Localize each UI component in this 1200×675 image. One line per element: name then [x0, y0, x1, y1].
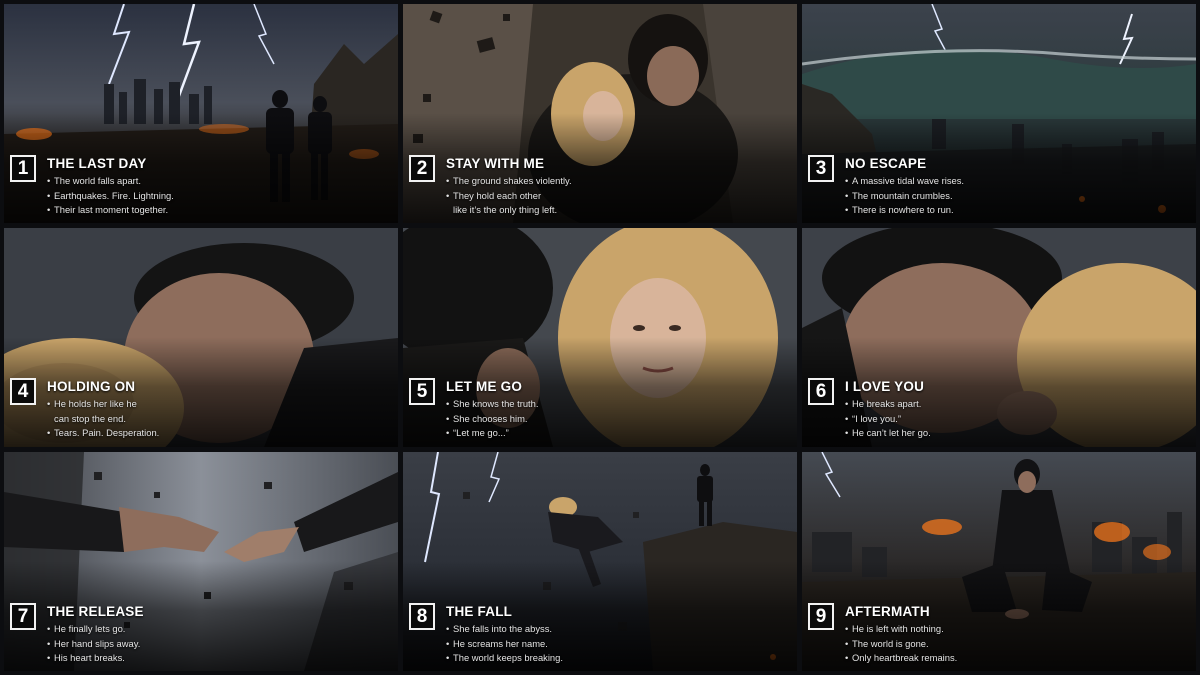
panel-8-title: THE FALL	[446, 604, 513, 619]
panel-9-number-badge: 9	[808, 603, 834, 630]
panel-5-line-2: She chooses him.	[446, 412, 538, 427]
panel-6-line-3: He can’t let her go.	[845, 426, 931, 441]
panel-2-title: STAY WITH ME	[446, 156, 545, 171]
storyboard-grid: 1 THE LAST DAY The world falls apart. Ea…	[4, 4, 1196, 671]
panel-7-title: THE RELEASE	[47, 604, 144, 619]
panel-9-line-2: The world is gone.	[845, 637, 957, 652]
panel-2-line-1: The ground shakes violently.	[446, 174, 572, 189]
panel-7[interactable]: 7 THE RELEASE He finally lets go. Her ha…	[4, 452, 398, 671]
panel-9-title: AFTERMATH	[845, 604, 930, 619]
panel-9-line-1: He is left with nothing.	[845, 622, 957, 637]
panel-7-line-1: He finally lets go.	[47, 622, 140, 637]
panel-4-number-badge: 4	[10, 378, 36, 405]
panel-1-line-3: Their last moment together.	[47, 203, 174, 218]
panel-1[interactable]: 1 THE LAST DAY The world falls apart. Ea…	[4, 4, 398, 223]
panel-4-line-3: Tears. Pain. Desperation.	[47, 426, 159, 441]
panel-1-title: THE LAST DAY	[47, 156, 147, 171]
panel-4-title: HOLDING ON	[47, 379, 136, 394]
panel-9-line-3: Only heartbreak remains.	[845, 651, 957, 666]
panel-2-number-badge: 2	[409, 155, 435, 182]
panel-3-number-badge: 3	[808, 155, 834, 182]
panel-2-line-3: like it’s the only thing left.	[453, 204, 558, 215]
panel-1-description: The world falls apart. Earthquakes. Fire…	[47, 174, 174, 218]
panel-3-line-2: The mountain crumbles.	[845, 189, 964, 204]
panel-8-number-badge: 8	[409, 603, 435, 630]
panel-7-number-badge: 7	[10, 603, 36, 630]
panel-6-title: I LOVE YOU	[845, 379, 925, 394]
panel-2[interactable]: 2 STAY WITH ME The ground shakes violent…	[403, 4, 797, 223]
panel-5-title: LET ME GO	[446, 379, 523, 394]
panel-4-description: He holds her like he can stop the end. T…	[47, 397, 159, 441]
panel-3-line-1: A massive tidal wave rises.	[845, 174, 964, 189]
panel-8-line-1: She falls into the abyss.	[446, 622, 563, 637]
panel-5-number-badge: 5	[409, 378, 435, 405]
panel-1-line-2: Earthquakes. Fire. Lightning.	[47, 189, 174, 204]
panel-9-description: He is left with nothing. The world is go…	[845, 622, 957, 666]
panel-8-description: She falls into the abyss. He screams her…	[446, 622, 563, 666]
panel-5-line-1: She knows the truth.	[446, 397, 538, 412]
panel-3[interactable]: 3 NO ESCAPE A massive tidal wave rises. …	[802, 4, 1196, 223]
panel-5-line-3: “Let me go...”	[446, 426, 538, 441]
panel-4[interactable]: 4 HOLDING ON He holds her like he can st…	[4, 228, 398, 447]
panel-6-description: He breaks apart. “I love you.” He can’t …	[845, 397, 931, 441]
panel-5[interactable]: 5 LET ME GO She knows the truth. She cho…	[403, 228, 797, 447]
panel-4-line-1: He holds her like he	[47, 397, 159, 412]
panel-8[interactable]: 8 THE FALL She falls into the abyss. He …	[403, 452, 797, 671]
panel-3-line-3: There is nowhere to run.	[845, 203, 964, 218]
panel-8-line-3: The world keeps breaking.	[446, 651, 563, 666]
panel-2-line-2: They hold each other	[446, 189, 572, 204]
panel-4-line-2: can stop the end.	[54, 412, 126, 424]
panel-3-description: A massive tidal wave rises. The mountain…	[845, 174, 964, 218]
panel-5-description: She knows the truth. She chooses him. “L…	[446, 397, 538, 441]
panel-6-number-badge: 6	[808, 378, 834, 405]
panel-1-number-badge: 1	[10, 155, 36, 182]
panel-3-title: NO ESCAPE	[845, 156, 927, 171]
panel-2-description: The ground shakes violently. They hold e…	[446, 174, 572, 218]
panel-6[interactable]: 6 I LOVE YOU He breaks apart. “I love yo…	[802, 228, 1196, 447]
panel-9[interactable]: 9 AFTERMATH He is left with nothing. The…	[802, 452, 1196, 671]
panel-7-description: He finally lets go. Her hand slips away.…	[47, 622, 140, 666]
panel-6-line-1: He breaks apart.	[845, 397, 931, 412]
panel-6-line-2: “I love you.”	[845, 412, 931, 427]
panel-1-line-1: The world falls apart.	[47, 174, 174, 189]
panel-7-line-3: His heart breaks.	[47, 651, 140, 666]
panel-7-line-2: Her hand slips away.	[47, 637, 140, 652]
panel-8-line-2: He screams her name.	[446, 637, 563, 652]
